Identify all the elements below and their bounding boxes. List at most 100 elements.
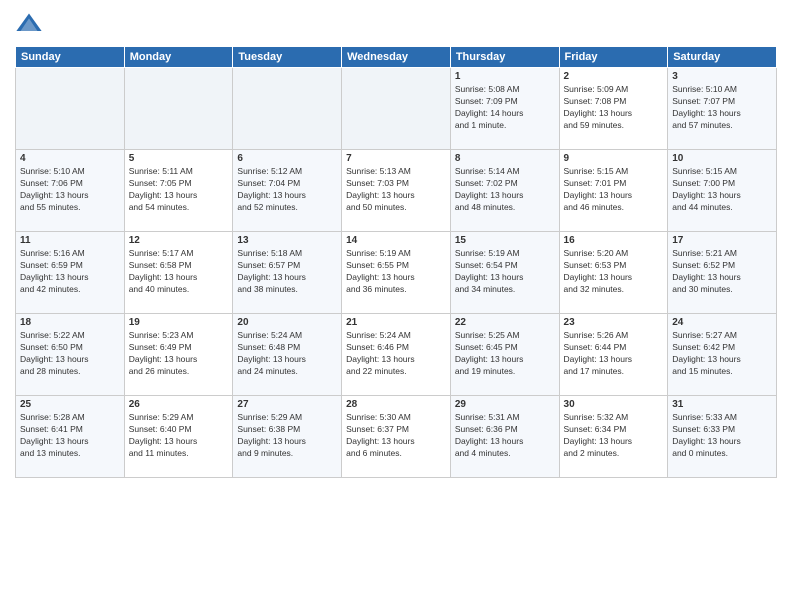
day-number: 11 [20,235,120,246]
day-info: Sunrise: 5:15 AM Sunset: 7:00 PM Dayligh… [672,166,772,214]
day-number: 3 [672,71,772,82]
day-number: 16 [564,235,664,246]
weekday-header: Sunday [16,47,125,68]
day-info: Sunrise: 5:11 AM Sunset: 7:05 PM Dayligh… [129,166,229,214]
day-number: 4 [20,153,120,164]
day-info: Sunrise: 5:21 AM Sunset: 6:52 PM Dayligh… [672,248,772,296]
calendar-cell: 2 Sunrise: 5:09 AM Sunset: 7:08 PM Daylig… [559,68,668,150]
day-number: 23 [564,317,664,328]
day-info: Sunrise: 5:14 AM Sunset: 7:02 PM Dayligh… [455,166,555,214]
weekday-header: Thursday [450,47,559,68]
calendar-cell [16,68,125,150]
day-number: 7 [346,153,446,164]
calendar: SundayMondayTuesdayWednesdayThursdayFrid… [15,46,777,478]
day-number: 9 [564,153,664,164]
calendar-cell: 10 Sunrise: 5:15 AM Sunset: 7:00 PM Dayli… [668,150,777,232]
day-info: Sunrise: 5:22 AM Sunset: 6:50 PM Dayligh… [20,330,120,378]
day-info: Sunrise: 5:32 AM Sunset: 6:34 PM Dayligh… [564,412,664,460]
calendar-cell: 15 Sunrise: 5:19 AM Sunset: 6:54 PM Dayli… [450,232,559,314]
calendar-cell: 24 Sunrise: 5:27 AM Sunset: 6:42 PM Dayli… [668,314,777,396]
day-number: 5 [129,153,229,164]
day-number: 29 [455,399,555,410]
day-info: Sunrise: 5:25 AM Sunset: 6:45 PM Dayligh… [455,330,555,378]
calendar-cell: 7 Sunrise: 5:13 AM Sunset: 7:03 PM Daylig… [342,150,451,232]
calendar-cell: 3 Sunrise: 5:10 AM Sunset: 7:07 PM Daylig… [668,68,777,150]
weekday-header: Monday [124,47,233,68]
calendar-cell: 27Sunrise: 5:29 AM Sunset: 6:38 PM Dayli… [233,396,342,478]
calendar-cell: 11 Sunrise: 5:16 AM Sunset: 6:59 PM Dayli… [16,232,125,314]
calendar-cell: 25Sunrise: 5:28 AM Sunset: 6:41 PM Dayli… [16,396,125,478]
weekday-header: Wednesday [342,47,451,68]
day-number: 21 [346,317,446,328]
day-info: Sunrise: 5:24 AM Sunset: 6:48 PM Dayligh… [237,330,337,378]
day-number: 15 [455,235,555,246]
day-number: 13 [237,235,337,246]
calendar-cell: 8 Sunrise: 5:14 AM Sunset: 7:02 PM Daylig… [450,150,559,232]
logo [15,10,47,38]
calendar-cell: 19 Sunrise: 5:23 AM Sunset: 6:49 PM Dayli… [124,314,233,396]
calendar-header-row: SundayMondayTuesdayWednesdayThursdayFrid… [16,47,777,68]
day-number: 27 [237,399,337,410]
day-number: 14 [346,235,446,246]
day-number: 26 [129,399,229,410]
day-number: 8 [455,153,555,164]
day-info: Sunrise: 5:10 AM Sunset: 7:06 PM Dayligh… [20,166,120,214]
calendar-week-row: 18 Sunrise: 5:22 AM Sunset: 6:50 PM Dayli… [16,314,777,396]
calendar-cell: 31Sunrise: 5:33 AM Sunset: 6:33 PM Dayli… [668,396,777,478]
calendar-cell: 9 Sunrise: 5:15 AM Sunset: 7:01 PM Daylig… [559,150,668,232]
day-info: Sunrise: 5:30 AM Sunset: 6:37 PM Dayligh… [346,412,446,460]
calendar-cell: 21Sunrise: 5:24 AM Sunset: 6:46 PM Dayli… [342,314,451,396]
calendar-cell [342,68,451,150]
header [15,10,777,38]
calendar-cell: 14 Sunrise: 5:19 AM Sunset: 6:55 PM Dayli… [342,232,451,314]
day-info: Sunrise: 5:20 AM Sunset: 6:53 PM Dayligh… [564,248,664,296]
day-info: Sunrise: 5:27 AM Sunset: 6:42 PM Dayligh… [672,330,772,378]
calendar-week-row: 11 Sunrise: 5:16 AM Sunset: 6:59 PM Dayli… [16,232,777,314]
day-number: 2 [564,71,664,82]
day-info: Sunrise: 5:23 AM Sunset: 6:49 PM Dayligh… [129,330,229,378]
day-info: Sunrise: 5:18 AM Sunset: 6:57 PM Dayligh… [237,248,337,296]
calendar-cell: 18 Sunrise: 5:22 AM Sunset: 6:50 PM Dayli… [16,314,125,396]
day-number: 30 [564,399,664,410]
calendar-cell: 6 Sunrise: 5:12 AM Sunset: 7:04 PM Daylig… [233,150,342,232]
calendar-cell: 1Sunrise: 5:08 AM Sunset: 7:09 PM Daylig… [450,68,559,150]
day-number: 1 [455,71,555,82]
calendar-cell: 12 Sunrise: 5:17 AM Sunset: 6:58 PM Dayli… [124,232,233,314]
calendar-cell: 29 Sunrise: 5:31 AM Sunset: 6:36 PM Dayli… [450,396,559,478]
day-info: Sunrise: 5:10 AM Sunset: 7:07 PM Dayligh… [672,84,772,132]
page: SundayMondayTuesdayWednesdayThursdayFrid… [0,0,792,612]
day-number: 6 [237,153,337,164]
calendar-cell: 4 Sunrise: 5:10 AM Sunset: 7:06 PM Daylig… [16,150,125,232]
day-number: 18 [20,317,120,328]
calendar-cell: 17 Sunrise: 5:21 AM Sunset: 6:52 PM Dayli… [668,232,777,314]
weekday-header: Friday [559,47,668,68]
weekday-header: Saturday [668,47,777,68]
calendar-cell: 30 Sunrise: 5:32 AM Sunset: 6:34 PM Dayli… [559,396,668,478]
day-info: Sunrise: 5:31 AM Sunset: 6:36 PM Dayligh… [455,412,555,460]
calendar-cell: 13 Sunrise: 5:18 AM Sunset: 6:57 PM Dayli… [233,232,342,314]
calendar-cell: 5 Sunrise: 5:11 AM Sunset: 7:05 PM Daylig… [124,150,233,232]
day-info: Sunrise: 5:17 AM Sunset: 6:58 PM Dayligh… [129,248,229,296]
day-info: Sunrise: 5:12 AM Sunset: 7:04 PM Dayligh… [237,166,337,214]
calendar-cell: 20Sunrise: 5:24 AM Sunset: 6:48 PM Dayli… [233,314,342,396]
day-number: 24 [672,317,772,328]
calendar-cell: 28Sunrise: 5:30 AM Sunset: 6:37 PM Dayli… [342,396,451,478]
day-info: Sunrise: 5:19 AM Sunset: 6:54 PM Dayligh… [455,248,555,296]
day-number: 17 [672,235,772,246]
day-info: Sunrise: 5:16 AM Sunset: 6:59 PM Dayligh… [20,248,120,296]
day-info: Sunrise: 5:13 AM Sunset: 7:03 PM Dayligh… [346,166,446,214]
day-info: Sunrise: 5:15 AM Sunset: 7:01 PM Dayligh… [564,166,664,214]
weekday-header: Tuesday [233,47,342,68]
day-number: 19 [129,317,229,328]
day-info: Sunrise: 5:09 AM Sunset: 7:08 PM Dayligh… [564,84,664,132]
calendar-cell: 22Sunrise: 5:25 AM Sunset: 6:45 PM Dayli… [450,314,559,396]
day-info: Sunrise: 5:28 AM Sunset: 6:41 PM Dayligh… [20,412,120,460]
day-info: Sunrise: 5:26 AM Sunset: 6:44 PM Dayligh… [564,330,664,378]
day-number: 31 [672,399,772,410]
calendar-week-row: 25Sunrise: 5:28 AM Sunset: 6:41 PM Dayli… [16,396,777,478]
calendar-cell [124,68,233,150]
day-number: 12 [129,235,229,246]
calendar-cell: 16 Sunrise: 5:20 AM Sunset: 6:53 PM Dayli… [559,232,668,314]
day-info: Sunrise: 5:19 AM Sunset: 6:55 PM Dayligh… [346,248,446,296]
day-number: 10 [672,153,772,164]
